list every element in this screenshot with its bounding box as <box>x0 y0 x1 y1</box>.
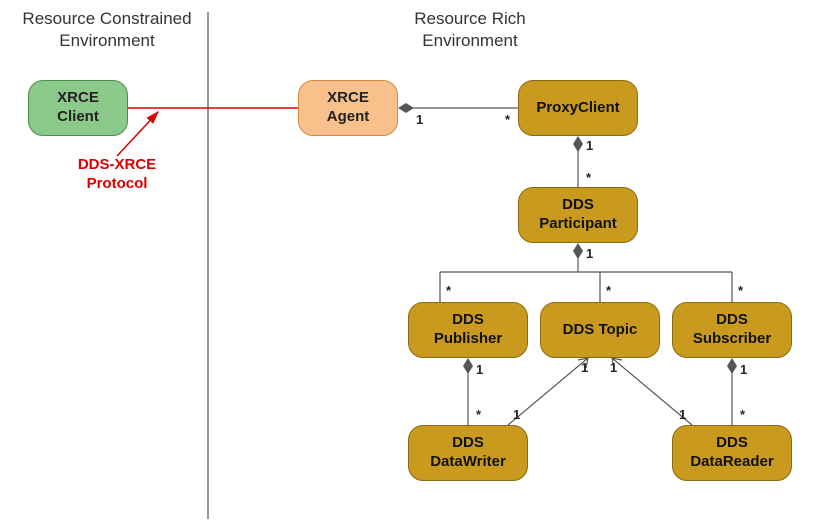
diamond-subscriber-reader <box>727 358 737 374</box>
mult-subscriber-1: 1 <box>740 362 747 377</box>
diamond-participant-fan <box>573 243 583 259</box>
node-dds-participant: DDS Participant <box>518 187 638 243</box>
env-title-left: Resource Constrained Environment <box>12 8 202 52</box>
mult-proxy-star: * <box>505 112 510 127</box>
mult-writer-1: 1 <box>513 407 520 422</box>
mult-participant-1: 1 <box>586 246 593 261</box>
node-xrce-agent: XRCE Agent <box>298 80 398 136</box>
env-divider <box>207 12 209 519</box>
node-dds-subscriber: DDS Subscriber <box>672 302 792 358</box>
node-dds-datawriter: DDS DataWriter <box>408 425 528 481</box>
node-dds-topic: DDS Topic <box>540 302 660 358</box>
mult-topic-r1: 1 <box>610 360 617 375</box>
mult-participant-star: * <box>586 170 591 185</box>
diamond-agent-proxy <box>398 103 414 113</box>
env-title-right: Resource Rich Environment <box>370 8 570 52</box>
mult-proxy-1: 1 <box>586 138 593 153</box>
node-xrce-client: XRCE Client <box>28 80 128 136</box>
mult-agent-1: 1 <box>416 112 423 127</box>
node-dds-datareader: DDS DataReader <box>672 425 792 481</box>
mult-reader-1: 1 <box>679 407 686 422</box>
mult-reader-star: * <box>740 407 745 422</box>
node-proxy-client: ProxyClient <box>518 80 638 136</box>
mult-publisher-1: 1 <box>476 362 483 377</box>
protocol-label: DDS-XRCE Protocol <box>62 156 172 194</box>
node-dds-publisher: DDS Publisher <box>408 302 528 358</box>
mult-writer-star: * <box>476 407 481 422</box>
mult-topic-w1: 1 <box>581 360 588 375</box>
mult-topic-star: * <box>606 283 611 298</box>
diamond-publisher-writer <box>463 358 473 374</box>
mult-publisher-star: * <box>446 283 451 298</box>
mult-subscriber-star: * <box>738 283 743 298</box>
diamond-proxy-participant <box>573 136 583 152</box>
